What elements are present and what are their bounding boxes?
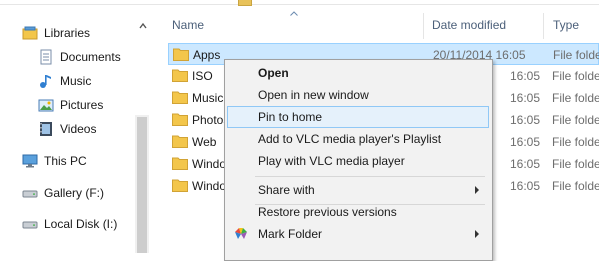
folder-icon xyxy=(172,113,188,126)
file-name: Photos xyxy=(192,113,228,127)
drive-icon xyxy=(22,221,38,229)
file-type: File folder xyxy=(552,69,599,83)
column-header-date-modified[interactable]: Date modified xyxy=(432,13,506,37)
context-menu: Open Open in new window Pin to home Add … xyxy=(224,59,493,261)
nav-item-label: Libraries xyxy=(44,26,91,40)
nav-item-label: Videos xyxy=(60,122,97,136)
nav-item-libraries[interactable]: Libraries xyxy=(22,23,90,43)
nav-item-label: Music xyxy=(60,74,92,88)
submenu-arrow-icon xyxy=(475,230,479,238)
nav-item-music[interactable]: Music xyxy=(38,71,91,91)
file-name: Music xyxy=(192,91,224,105)
nav-item-label: Gallery (F:) xyxy=(44,186,104,200)
menu-item-pin-to-home[interactable]: Pin to home xyxy=(227,106,489,128)
file-date: 16:05 xyxy=(510,69,541,83)
menu-item-label: Mark Folder xyxy=(258,227,323,241)
file-name: ISO xyxy=(192,69,213,83)
nav-item-gallery-drive[interactable]: Gallery (F:) xyxy=(22,183,104,203)
nav-scrollbar-thumb[interactable] xyxy=(137,117,147,253)
file-type: File folder xyxy=(552,91,599,105)
submenu-arrow-icon xyxy=(475,186,479,194)
nav-item-label: This PC xyxy=(44,154,87,168)
music-icon xyxy=(40,75,51,88)
nav-item-pictures[interactable]: Pictures xyxy=(38,95,103,115)
file-name: Windows xyxy=(192,179,228,193)
menu-item-label: Add to VLC media player's Playlist xyxy=(258,132,442,146)
menu-item-open[interactable]: Open xyxy=(227,62,489,84)
folder-icon xyxy=(173,48,189,61)
menu-separator xyxy=(255,176,485,177)
nav-item-videos[interactable]: Videos xyxy=(38,119,96,139)
folder-icon xyxy=(172,69,188,82)
menu-item-label: Restore previous versions xyxy=(258,205,397,219)
folder-icon xyxy=(172,157,188,170)
documents-icon xyxy=(40,49,52,65)
menu-item-share-with[interactable]: Share with xyxy=(227,179,489,201)
menu-item-play-with-vlc[interactable]: Play with VLC media player xyxy=(227,150,489,172)
menu-item-label: Open in new window xyxy=(258,88,369,102)
sort-ascending-icon xyxy=(290,11,298,16)
chevron-up-icon[interactable] xyxy=(138,21,148,31)
file-type: File folder xyxy=(552,113,599,127)
menu-item-add-to-vlc-playlist[interactable]: Add to VLC media player's Playlist xyxy=(227,128,489,150)
file-type: File folder xyxy=(553,48,599,62)
colored-folder-icon xyxy=(235,228,247,239)
drive-icon xyxy=(22,190,38,198)
navigation-pane: Libraries Documents Music Pictures Video… xyxy=(0,5,150,253)
nav-item-documents[interactable]: Documents xyxy=(38,47,121,67)
nav-item-label: Local Disk (I:) xyxy=(44,217,118,231)
file-name: Apps xyxy=(193,48,221,62)
menu-item-label: Pin to home xyxy=(258,110,323,124)
menu-item-mark-folder[interactable]: Mark Folder xyxy=(227,223,489,245)
menu-item-label: Share with xyxy=(258,183,315,197)
nav-item-local-disk[interactable]: Local Disk (I:) xyxy=(22,214,117,234)
nav-item-label: Pictures xyxy=(60,98,104,112)
file-date: 16:05 xyxy=(510,157,541,171)
this-pc-icon xyxy=(22,154,38,168)
file-date: 16:05 xyxy=(510,113,541,127)
menu-item-restore-previous-versions[interactable]: Restore previous versions xyxy=(227,201,489,223)
menu-item-label: Play with VLC media player xyxy=(258,154,405,168)
nav-item-label: Documents xyxy=(60,50,121,64)
libraries-icon xyxy=(22,26,38,40)
file-type: File folder xyxy=(552,157,599,171)
column-header-type[interactable]: Type xyxy=(553,13,579,37)
file-date: 16:05 xyxy=(510,135,541,149)
column-header-name[interactable]: Name xyxy=(172,13,204,37)
pictures-icon xyxy=(38,99,54,112)
menu-item-open-in-new-window[interactable]: Open in new window xyxy=(227,84,489,106)
column-divider[interactable] xyxy=(543,13,544,39)
file-type: File folder xyxy=(552,179,599,193)
file-type: File folder xyxy=(552,135,599,149)
videos-icon xyxy=(40,122,52,136)
file-name: Web xyxy=(192,135,217,149)
nav-item-this-pc[interactable]: This PC xyxy=(22,151,87,171)
file-name: Windows xyxy=(192,157,228,171)
file-date: 16:05 xyxy=(510,91,541,105)
folder-icon xyxy=(172,179,188,192)
folder-icon xyxy=(172,135,188,148)
menu-item-label: Open xyxy=(258,66,289,80)
file-date: 16:05 xyxy=(510,179,541,193)
folder-icon xyxy=(172,91,188,104)
column-divider[interactable] xyxy=(423,13,424,39)
